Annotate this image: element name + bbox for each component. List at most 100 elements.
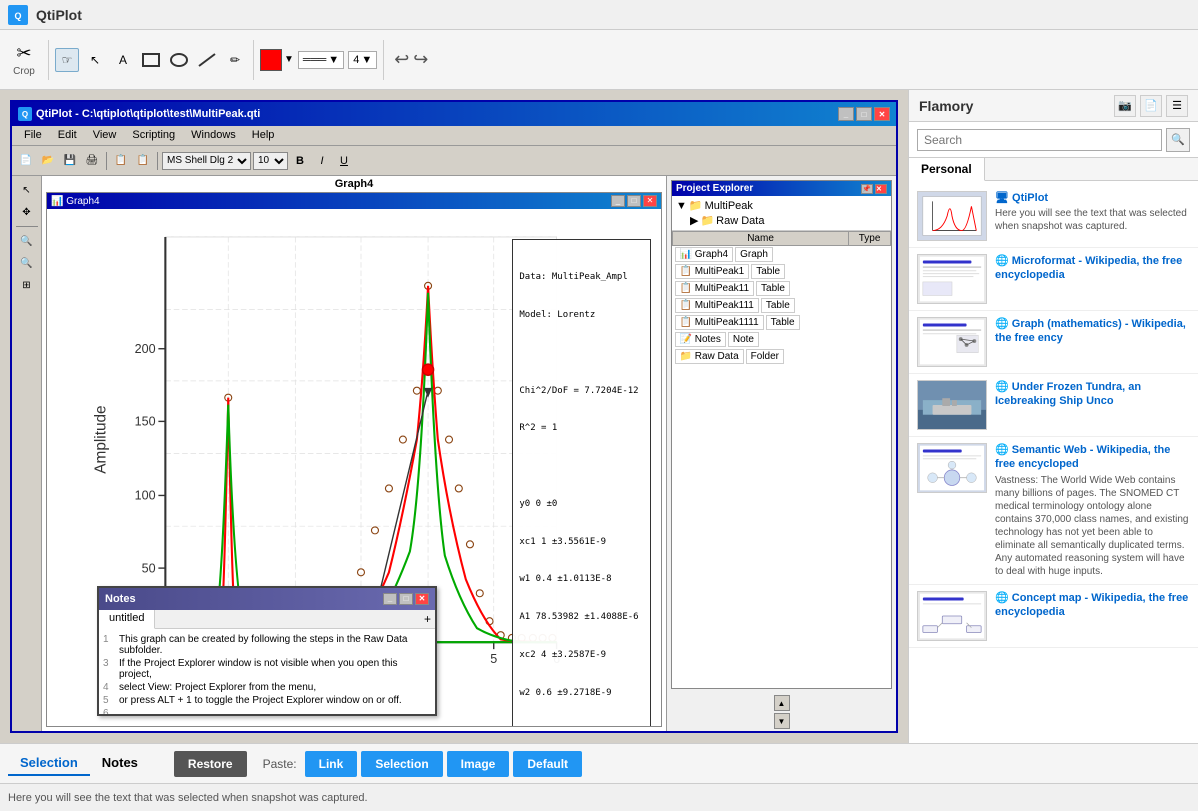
list-item[interactable]: 🌐 Semantic Web - Wikipedia, the free enc… <box>909 437 1198 585</box>
graph-max-btn[interactable]: □ <box>627 195 641 207</box>
menu-windows[interactable]: Windows <box>183 128 244 143</box>
right-tool-2[interactable]: ▼ <box>774 713 790 729</box>
search-button[interactable]: 🔍 <box>1166 128 1190 152</box>
text-tool-button[interactable]: A <box>111 48 135 72</box>
image-button[interactable]: Image <box>447 751 510 777</box>
italic-button[interactable]: I <box>312 151 332 171</box>
font-size-select[interactable]: 10 <box>253 152 288 170</box>
svg-text:200: 200 <box>135 342 156 356</box>
crop-tool-button[interactable]: ✂ Crop <box>6 35 42 85</box>
close-button[interactable]: ✕ <box>874 107 890 121</box>
menu-help[interactable]: Help <box>244 128 283 143</box>
annotation-box: Data: MultiPeak_Ampl Model: Lorentz Chi^… <box>512 239 651 726</box>
link-button[interactable]: Link <box>305 751 358 777</box>
flamory-camera-icon[interactable]: 📷 <box>1114 95 1136 117</box>
notes-close-btn[interactable]: ✕ <box>415 593 429 605</box>
notes-min-btn[interactable]: _ <box>383 593 397 605</box>
menu-edit[interactable]: Edit <box>50 128 85 143</box>
table-row[interactable]: 📊 Graph4 Graph <box>673 246 849 263</box>
sidebar-fit[interactable]: ⊞ <box>15 275 39 295</box>
graph-close-btn[interactable]: ✕ <box>643 195 657 207</box>
inner-paste-btn[interactable]: 📋 <box>133 151 153 171</box>
table-row[interactable]: 📋 MultiPeak111 Table <box>673 297 849 314</box>
redo-button[interactable]: ↪ <box>413 49 428 70</box>
sidebar-zoom-in[interactable]: 🔍 <box>15 231 39 251</box>
tab-personal[interactable]: Personal <box>909 158 985 181</box>
flamory-menu-icon[interactable]: ☰ <box>1166 95 1188 117</box>
graph-min-btn[interactable]: _ <box>611 195 625 207</box>
notes-line-1: 1This graph can be created by following … <box>103 633 431 657</box>
table-row[interactable]: 📋 MultiPeak1 Table <box>673 263 849 280</box>
rect-tool-button[interactable] <box>139 48 163 72</box>
tab-selection[interactable]: Selection <box>8 751 90 776</box>
menu-view[interactable]: View <box>85 128 125 143</box>
sidebar-tool-1[interactable]: ↖ <box>15 180 39 200</box>
pe-item-name-7: 📁 Raw Data <box>675 349 744 364</box>
inner-toolbar-sep2 <box>157 152 158 170</box>
pe-item-name-5: 📋 MultiPeak1111 <box>675 315 764 330</box>
notes-line-5: 5or press ALT + 1 to toggle the Project … <box>103 694 431 707</box>
hand-tool-button[interactable]: ☞ <box>55 48 79 72</box>
minimize-button[interactable]: _ <box>838 107 854 121</box>
pe-expand-icon: ▼ <box>676 200 687 212</box>
flamory-header-icons: 📷 📄 ☰ <box>1114 95 1188 117</box>
menu-scripting[interactable]: Scripting <box>124 128 183 143</box>
pencil-tool-button[interactable]: ✏ <box>223 48 247 72</box>
notes-add-btn[interactable]: + <box>420 610 435 628</box>
right-tool-1[interactable]: ▲ <box>774 695 790 711</box>
pe-folder-item[interactable]: ▼ 📁 MultiPeak <box>674 198 889 213</box>
pe-item-name-1: 📊 Graph4 <box>675 247 734 262</box>
pe-pin-btn[interactable]: 📌 <box>861 184 873 194</box>
pe-item-type-1: Graph <box>735 247 773 262</box>
maximize-button[interactable]: □ <box>856 107 872 121</box>
snap-icon-5: 🌐 <box>995 444 1009 456</box>
bold-button[interactable]: B <box>290 151 310 171</box>
list-item[interactable]: 🌐 Microformat - Wikipedia, the free ency… <box>909 248 1198 311</box>
list-item[interactable]: 🖥 QtiPlot Here you will see the text tha… <box>909 185 1198 248</box>
line-tool-button[interactable] <box>195 48 219 72</box>
color-picker-button[interactable] <box>260 49 282 71</box>
inner-save-btn[interactable]: 💾 <box>60 151 80 171</box>
inner-toolbar: 📄 📂 💾 🖨 📋 📋 MS Shell Dlg 2 10 B I U <box>12 146 896 176</box>
restore-button[interactable]: Restore <box>174 751 247 777</box>
sidebar-zoom-out[interactable]: 🔍 <box>15 253 39 273</box>
line-width-button[interactable]: 4 ▼ <box>348 51 377 69</box>
table-row[interactable]: 📝 Notes Note <box>673 331 849 348</box>
undo-button[interactable]: ↩ <box>394 49 409 70</box>
table-row[interactable]: 📋 MultiPeak11 Table <box>673 280 849 297</box>
bottom-bar: Selection Notes Restore Paste: Link Sele… <box>0 743 1198 783</box>
ellipse-tool-button[interactable] <box>167 48 191 72</box>
tab-notes[interactable]: Notes <box>90 751 150 776</box>
table-row[interactable]: 📋 MultiPeak1111 Table <box>673 314 849 331</box>
pe-close-btn[interactable]: ✕ <box>875 184 887 194</box>
table-row[interactable]: 📁 Raw Data Folder <box>673 348 849 365</box>
inner-copy-btn[interactable]: 📋 <box>111 151 131 171</box>
color-dropdown-arrow[interactable]: ▼ <box>284 54 294 65</box>
inner-qtiplot-window: Q QtiPlot - C:\qtiplot\qtiplot\test\Mult… <box>10 100 898 733</box>
list-item[interactable]: 🌐 Concept map - Wikipedia, the free ency… <box>909 585 1198 648</box>
default-button[interactable]: Default <box>513 751 582 777</box>
sidebar-tool-2[interactable]: ✥ <box>15 202 39 222</box>
selection-button[interactable]: Selection <box>361 751 442 777</box>
inner-print-btn[interactable]: 🖨 <box>82 151 102 171</box>
notes-max-btn[interactable]: □ <box>399 593 413 605</box>
underline-button[interactable]: U <box>334 151 354 171</box>
inner-open-btn[interactable]: 📂 <box>38 151 58 171</box>
notes-tab-untitled[interactable]: untitled <box>99 610 155 629</box>
toolbar-separator-3 <box>383 40 384 80</box>
menu-file[interactable]: File <box>16 128 50 143</box>
flamory-doc-icon[interactable]: 📄 <box>1140 95 1162 117</box>
list-item[interactable]: 🌐 Graph (mathematics) - Wikipedia, the f… <box>909 311 1198 374</box>
search-input[interactable] <box>917 129 1162 151</box>
inner-new-btn[interactable]: 📄 <box>16 151 36 171</box>
snapshot-thumb-5 <box>917 443 987 493</box>
line-style-button[interactable]: ═══ ▼ <box>298 51 344 69</box>
font-select[interactable]: MS Shell Dlg 2 <box>162 152 251 170</box>
sidebar-sep <box>16 226 38 227</box>
arrow-tool-button[interactable]: ↖ <box>83 48 107 72</box>
pe-subfolder-item[interactable]: ▶ 📁 Raw Data <box>674 213 889 228</box>
notes-win-btns: _ □ ✕ <box>383 593 429 605</box>
pe-title-text: Project Explorer <box>676 183 753 194</box>
pe-subfolder-name: Raw Data <box>716 215 764 227</box>
list-item[interactable]: 🌐 Under Frozen Tundra, an Icebreaking Sh… <box>909 374 1198 437</box>
